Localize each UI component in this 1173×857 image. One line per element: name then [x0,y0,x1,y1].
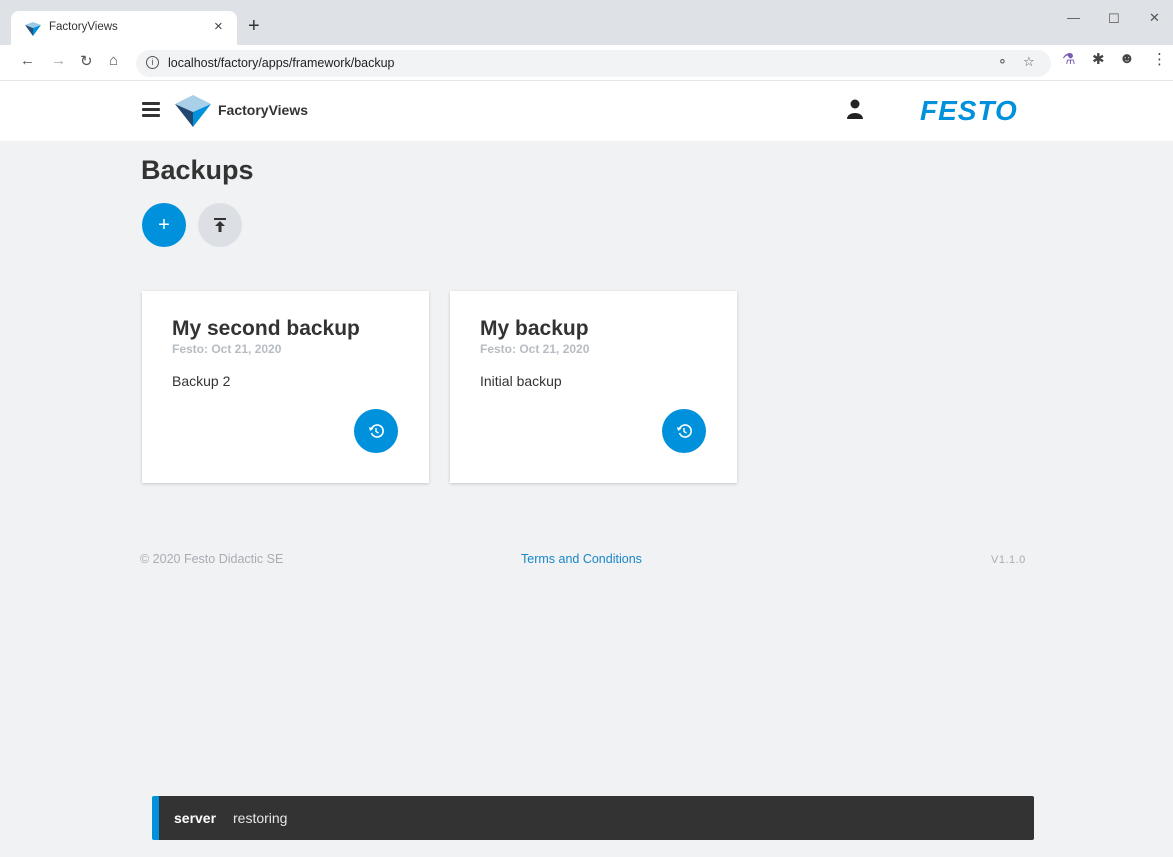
info-icon[interactable]: i [146,56,159,69]
page-title: Backups [141,155,254,185]
app-header: FactoryViews FESTO [0,81,1173,141]
star-icon[interactable]: ☆ [1023,54,1035,70]
menu-icon[interactable]: ⋮ [1152,50,1167,68]
address-bar[interactable]: i localhost/factory/apps/framework/backu… [136,50,1051,77]
browser-tab-strip: FactoryViews × + — ☐ ✕ [0,0,1173,45]
factoryviews-favicon-icon [25,22,41,36]
backup-description: Initial backup [480,373,562,389]
user-icon[interactable] [847,99,863,119]
reload-icon[interactable]: ↻ [80,52,93,70]
backup-title: My second backup [172,317,360,340]
footer-version: V1.1.0 [991,554,1026,566]
new-tab-button[interactable]: + [248,16,260,36]
restore-button[interactable] [354,409,398,453]
browser-toolbar: ← → ↻ ⌂ i localhost/factory/apps/framewo… [0,45,1173,81]
tab-close-icon[interactable]: × [214,18,223,35]
upload-icon [214,218,226,232]
window-close-icon[interactable]: ✕ [1149,10,1160,26]
backup-description: Backup 2 [172,373,231,389]
puzzle-icon[interactable]: ✱ [1092,50,1105,68]
festo-logo: FESTO [920,95,1018,126]
tab-title: FactoryViews [49,21,118,33]
app-name: FactoryViews [218,102,309,118]
terms-link[interactable]: Terms and Conditions [521,552,642,566]
add-backup-button[interactable]: + [142,203,186,247]
profile-icon[interactable]: ☻ [1119,50,1135,67]
lab-icon[interactable]: ⚗ [1062,50,1075,68]
back-icon[interactable]: ← [20,52,35,69]
key-icon[interactable]: ⚬ [997,54,1008,70]
minimize-icon[interactable]: — [1067,10,1080,25]
restore-icon [369,424,384,438]
maximize-icon[interactable]: ☐ [1108,11,1120,27]
backup-card[interactable]: My second backup Festo: Oct 21, 2020 Bac… [142,291,429,483]
snackbar-message: restoring [233,810,288,826]
hamburger-menu-icon[interactable] [142,102,160,118]
restore-button[interactable] [662,409,706,453]
backup-title: My backup [480,317,589,340]
factoryviews-logo-icon [175,95,211,127]
home-icon[interactable]: ⌂ [109,52,118,69]
footer-copyright: © 2020 Festo Didactic SE [140,552,284,566]
backup-meta: Festo: Oct 21, 2020 [480,342,590,356]
url-text[interactable]: localhost/factory/apps/framework/backup [168,56,395,70]
status-snackbar: server restoring [152,796,1034,840]
forward-icon[interactable]: → [51,52,66,69]
snackbar-source: server [174,810,217,826]
upload-backup-button[interactable] [198,203,242,247]
restore-icon [677,424,692,438]
backup-card[interactable]: My backup Festo: Oct 21, 2020 Initial ba… [450,291,737,483]
browser-tab[interactable]: FactoryViews × [11,11,237,45]
backup-meta: Festo: Oct 21, 2020 [172,342,282,356]
